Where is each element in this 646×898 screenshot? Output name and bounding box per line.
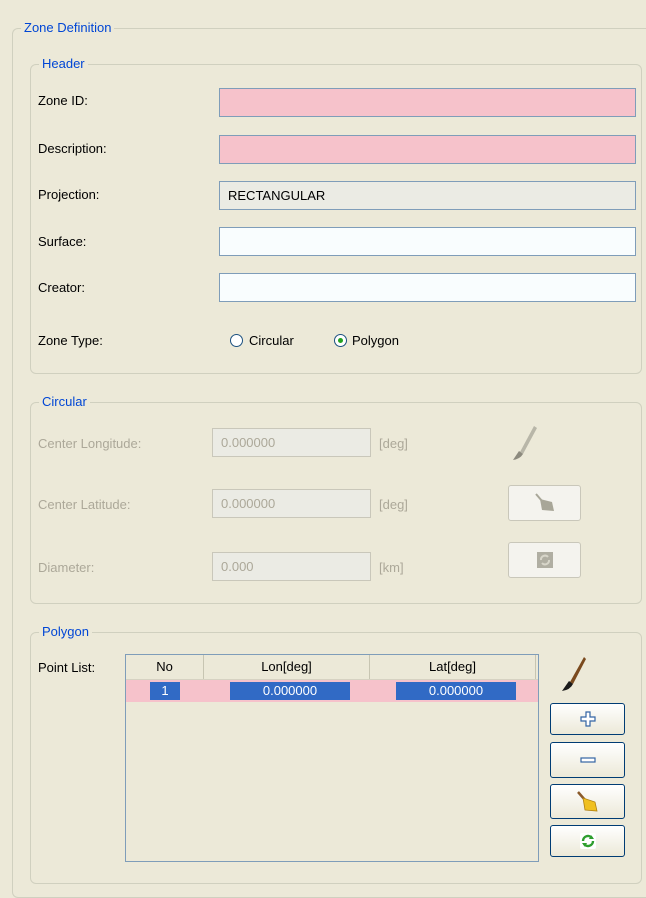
table-header: No Lon[deg] Lat[deg]: [126, 655, 538, 680]
center-longitude-label: Center Longitude:: [38, 436, 142, 451]
broom-icon: [534, 493, 554, 511]
add-point-button[interactable]: [550, 703, 625, 735]
refresh-icon: [536, 552, 553, 568]
brush-icon: [558, 654, 588, 694]
table-row[interactable]: 1 0.000000 0.000000: [126, 680, 538, 702]
diameter-field[interactable]: 0.000: [212, 552, 371, 581]
zone-type-circular-radio[interactable]: [230, 334, 243, 347]
remove-icon: [579, 757, 596, 763]
creator-field[interactable]: [219, 273, 636, 302]
zone-definition-legend: Zone Definition: [21, 20, 115, 36]
surface-label: Surface:: [38, 234, 87, 249]
circular-clear-button[interactable]: [508, 485, 581, 521]
refresh-icon: [579, 833, 596, 849]
circular-refresh-button[interactable]: [508, 542, 581, 578]
projection-label: Projection:: [38, 187, 100, 202]
cell-no[interactable]: 1: [150, 682, 180, 700]
polygon-legend: Polygon: [39, 624, 92, 640]
center-longitude-field[interactable]: 0.000000: [212, 428, 371, 457]
cell-lat[interactable]: 0.000000: [396, 682, 516, 700]
description-label: Description:: [38, 141, 107, 156]
diameter-label: Diameter:: [38, 560, 95, 575]
center-longitude-unit: [deg]: [379, 436, 408, 451]
description-field[interactable]: [219, 135, 636, 164]
column-header-no[interactable]: No: [126, 655, 204, 679]
add-icon: [579, 711, 596, 727]
zone-type-polygon-label[interactable]: Polygon: [352, 333, 399, 349]
brush-icon: [510, 422, 540, 462]
broom-icon: [576, 790, 598, 811]
circular-legend: Circular: [39, 394, 90, 410]
diameter-unit: [km]: [379, 560, 404, 575]
remove-point-button[interactable]: [550, 742, 625, 778]
point-list-table[interactable]: No Lon[deg] Lat[deg] 1 0.000000 0.000000: [125, 654, 539, 862]
cell-lon[interactable]: 0.000000: [230, 682, 350, 700]
surface-field[interactable]: [219, 227, 636, 256]
zone-type-circular-label[interactable]: Circular: [249, 333, 294, 349]
zone-id-field[interactable]: [219, 88, 636, 117]
center-latitude-unit: [deg]: [379, 497, 408, 512]
zone-id-label: Zone ID:: [38, 93, 88, 108]
center-latitude-field[interactable]: 0.000000: [212, 489, 371, 518]
center-latitude-label: Center Latitude:: [38, 497, 131, 512]
radio-selected-dot: [338, 338, 343, 343]
zone-type-polygon-radio[interactable]: [334, 334, 347, 347]
clear-points-button[interactable]: [550, 784, 625, 819]
column-header-lat[interactable]: Lat[deg]: [370, 655, 536, 679]
projection-field[interactable]: RECTANGULAR: [219, 181, 636, 210]
point-list-label: Point List:: [38, 660, 96, 675]
column-header-lon[interactable]: Lon[deg]: [204, 655, 370, 679]
zone-type-label: Zone Type:: [38, 333, 103, 348]
header-legend: Header: [39, 56, 88, 72]
creator-label: Creator:: [38, 280, 85, 295]
refresh-points-button[interactable]: [550, 825, 625, 857]
